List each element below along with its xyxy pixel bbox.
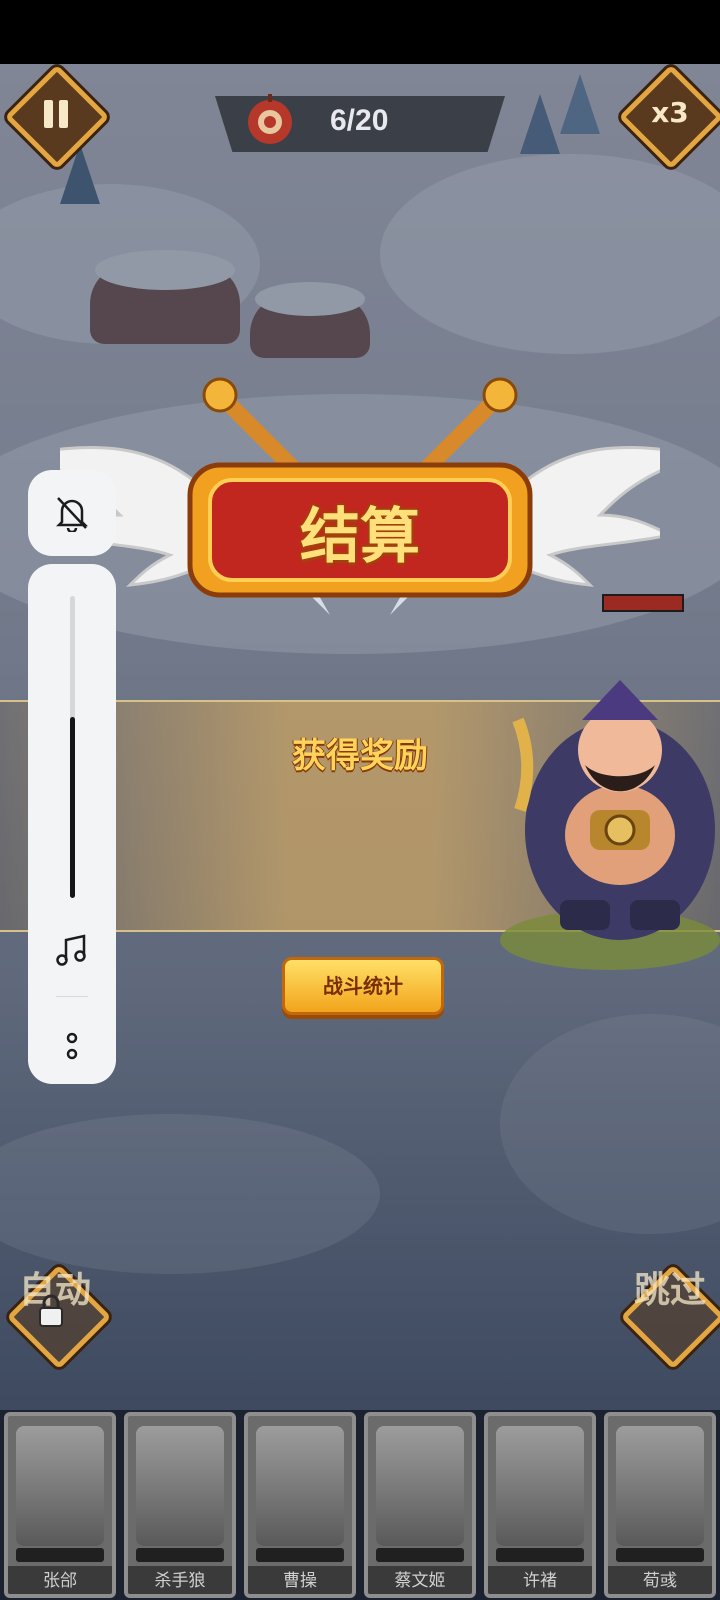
bell-off-icon: [55, 497, 89, 532]
boss-character-illustration: [500, 680, 720, 970]
pause-icon: [44, 100, 68, 128]
mute-toggle[interactable]: [28, 470, 116, 556]
hero-hp-bar: [136, 1548, 224, 1562]
hero-hp-bar: [16, 1548, 104, 1562]
hero-name: 荀彧: [608, 1566, 712, 1594]
hero-name: 杀手狼: [128, 1566, 232, 1594]
hero-hp-bar: [256, 1548, 344, 1562]
hero-hp-bar: [376, 1548, 464, 1562]
status-bar: [0, 0, 720, 64]
battle-stats-label: 战斗统计: [323, 974, 403, 998]
hero-portrait: [376, 1426, 464, 1546]
wave-counter: 6/20: [330, 104, 389, 137]
result-title: 结算: [300, 502, 420, 572]
hero-card[interactable]: 许褚: [484, 1412, 596, 1598]
hero-name: 曹操: [248, 1566, 352, 1594]
more-dots-icon[interactable]: [62, 1030, 82, 1064]
hero-card[interactable]: 蔡文姬: [364, 1412, 476, 1598]
wave-flag-icon: [248, 94, 292, 144]
hero-name: 蔡文姬: [368, 1566, 472, 1594]
lock-icon: [39, 1294, 63, 1327]
hero-name: 许褚: [488, 1566, 592, 1594]
hero-portrait: [136, 1426, 224, 1546]
hero-portrait: [616, 1426, 704, 1546]
skip-label: 跳过: [633, 1270, 706, 1311]
hero-name: 张郃: [8, 1566, 112, 1594]
hero-card[interactable]: 张郃: [4, 1412, 116, 1598]
hero-card[interactable]: 曹操: [244, 1412, 356, 1598]
hero-portrait: [16, 1426, 104, 1546]
music-note-icon[interactable]: [54, 932, 90, 968]
volume-panel: [28, 564, 116, 1084]
hero-hp-bar: [616, 1548, 704, 1562]
volume-level: [70, 716, 75, 898]
speed-label: x3: [651, 96, 689, 129]
hero-card[interactable]: 杀手狼: [124, 1412, 236, 1598]
hero-card[interactable]: 荀彧: [604, 1412, 716, 1598]
volume-divider: [56, 996, 88, 997]
hero-hp-bar: [496, 1548, 584, 1562]
reward-title: 获得奖励: [292, 736, 428, 776]
hero-portrait: [256, 1426, 344, 1546]
hero-portrait: [496, 1426, 584, 1546]
battle-stats-button[interactable]: 战斗统计: [282, 957, 444, 1015]
